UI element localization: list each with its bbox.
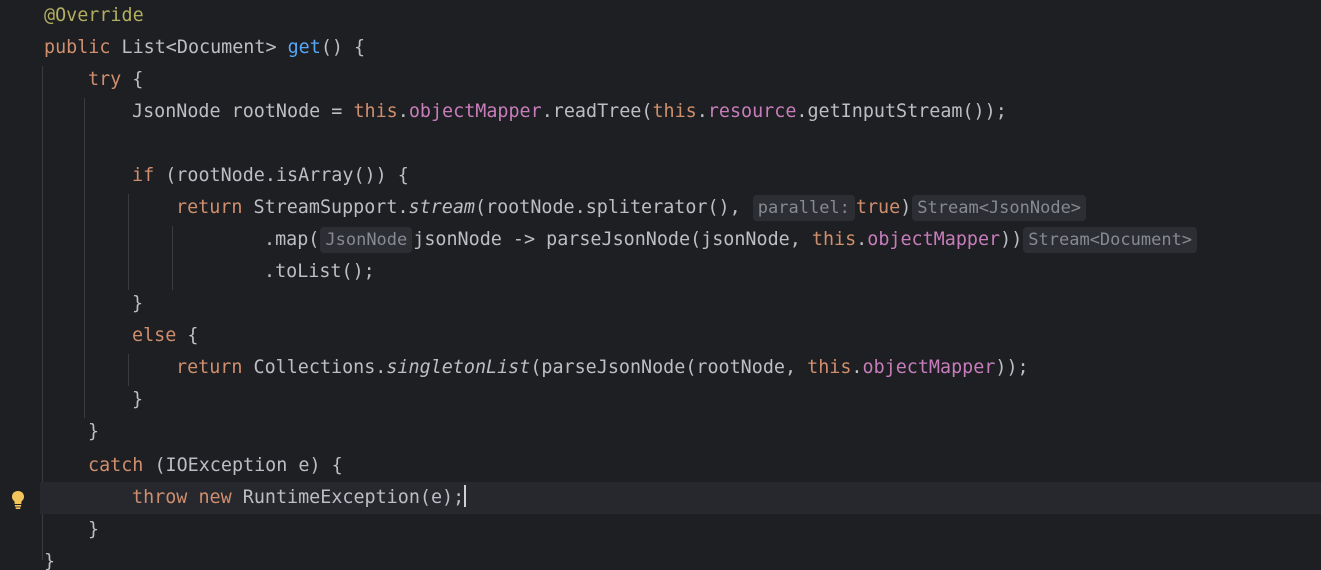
keyword-token: this: [652, 101, 697, 122]
keyword-token: return: [176, 197, 243, 218]
code-token: ): [900, 197, 912, 218]
code-token: .toList();: [264, 261, 375, 282]
static-method-token: singletonList: [386, 357, 531, 378]
code-line[interactable]: return StreamSupport.stream(rootNode.spl…: [0, 192, 1321, 224]
code-token: .getInputStream());: [796, 101, 1007, 122]
code-line[interactable]: [0, 128, 1321, 160]
code-token: }: [88, 421, 100, 442]
code-line[interactable]: }: [0, 416, 1321, 448]
code-token: .: [856, 229, 868, 250]
annotation-token: @Override: [44, 5, 144, 26]
code-token: JsonNode rootNode =: [132, 101, 354, 122]
code-token: jsonNode -> parseJsonNode(jsonNode,: [413, 229, 812, 250]
type-hint: Stream<JsonNode>: [912, 195, 1087, 221]
code-token: {: [176, 325, 199, 346]
code-token: .: [851, 357, 863, 378]
code-token: (parseJsonNode(rootNode,: [530, 357, 808, 378]
current-code-line[interactable]: throw new RuntimeException(e);: [40, 482, 1321, 514]
code-line[interactable]: return Collections.singletonList(parseJs…: [0, 352, 1321, 384]
code-line[interactable]: JsonNode rootNode = this.objectMapper.re…: [0, 96, 1321, 128]
keyword-token: public: [44, 37, 111, 58]
field-token: resource: [707, 101, 797, 122]
code-token: (IOException e) {: [143, 455, 343, 476]
code-line[interactable]: catch (IOException e) {: [0, 450, 1321, 482]
code-line[interactable]: }: [0, 514, 1321, 546]
code-line[interactable]: }: [0, 288, 1321, 320]
keyword-token: return: [176, 357, 243, 378]
code-line[interactable]: public List<Document> get() {: [0, 32, 1321, 64]
code-token: .map(: [264, 229, 320, 250]
code-line[interactable]: else {: [0, 320, 1321, 352]
keyword-token: throw: [132, 487, 188, 508]
code-token: )): [1000, 229, 1023, 250]
keyword-token: else: [132, 325, 177, 346]
code-line[interactable]: if (rootNode.isArray()) {: [0, 160, 1321, 192]
code-token: .: [397, 101, 409, 122]
code-editor[interactable]: @Override public List<Document> get() { …: [0, 0, 1321, 570]
code-line[interactable]: }: [0, 384, 1321, 416]
code-token: .readTree(: [541, 101, 653, 122]
code-token: StreamSupport.: [242, 197, 409, 218]
keyword-token: this: [807, 357, 852, 378]
code-token: }: [132, 293, 144, 314]
code-line[interactable]: .map(JsonNode jsonNode -> parseJsonNode(j…: [0, 224, 1321, 256]
keyword-token: true: [855, 197, 901, 218]
lightbulb-icon[interactable]: [10, 490, 26, 510]
static-method-token: stream: [408, 197, 475, 218]
code-token: {: [121, 69, 144, 90]
code-line[interactable]: }: [0, 546, 1321, 570]
keyword-token: new: [198, 487, 232, 508]
code-token: RuntimeException(e);: [231, 487, 465, 508]
type-hint: Stream<Document>: [1023, 227, 1198, 253]
code-token: (rootNode.isArray()) {: [154, 165, 409, 186]
type-hint: JsonNode: [320, 227, 413, 253]
code-token: }: [44, 551, 56, 570]
keyword-token: this: [353, 101, 398, 122]
code-token: (rootNode.spliterator(),: [474, 197, 752, 218]
method-name-token: get: [287, 37, 321, 58]
field-token: objectMapper: [862, 357, 996, 378]
code-token: () {: [320, 37, 366, 58]
code-token: }: [88, 519, 100, 540]
text-caret: [464, 485, 467, 507]
keyword-token: catch: [88, 455, 144, 476]
code-line[interactable]: try {: [0, 64, 1321, 96]
code-token: ));: [995, 357, 1029, 378]
code-token: List<Document>: [110, 37, 288, 58]
code-token: .: [696, 101, 708, 122]
keyword-token: if: [132, 165, 155, 186]
field-token: objectMapper: [408, 101, 542, 122]
field-token: objectMapper: [867, 229, 1001, 250]
code-line[interactable]: @Override: [0, 0, 1321, 32]
parameter-hint: parallel:: [752, 195, 855, 221]
code-token: }: [132, 389, 144, 410]
code-token: Collections.: [242, 357, 387, 378]
keyword-token: try: [88, 69, 122, 90]
code-line[interactable]: .toList();: [0, 256, 1321, 288]
keyword-token: this: [811, 229, 857, 250]
